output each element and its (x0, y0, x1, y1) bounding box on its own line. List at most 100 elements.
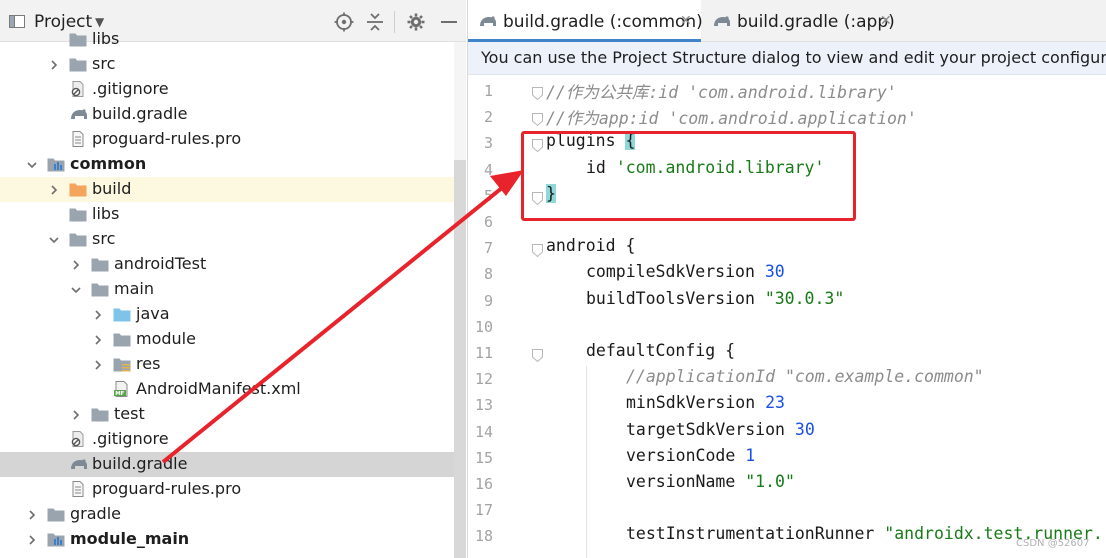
minimize-icon (441, 21, 457, 23)
tree-item[interactable]: build.gradle (0, 452, 454, 477)
tree-item-label: src (92, 229, 116, 248)
chevron-right-icon[interactable] (47, 57, 61, 71)
chevron-right-icon[interactable] (69, 407, 83, 421)
tree-item-label: src (92, 54, 116, 73)
tree-item-label: module (136, 329, 196, 348)
chevron-right-icon[interactable] (91, 332, 105, 346)
svg-text:MF: MF (115, 391, 124, 397)
line-number: 5 (483, 186, 493, 205)
tree-item-label: proguard-rules.pro (92, 129, 242, 148)
project-structure-banner[interactable]: You can use the Project Structure dialog… (468, 42, 1106, 75)
fold-marker-icon[interactable] (532, 347, 543, 363)
tree-item[interactable]: test (0, 402, 454, 427)
code-token: 23 (765, 393, 785, 413)
module-folder-icon (47, 531, 65, 547)
tree-item-label: .gitignore (92, 429, 169, 448)
code-token: 30 (794, 419, 815, 439)
code-line: //作为app:id 'com.android.application' (546, 105, 917, 129)
tree-item-label: proguard-rules.pro (92, 479, 242, 498)
tree-item-label: androidTest (114, 254, 207, 273)
code-token: compileSdkVersion (586, 262, 765, 282)
chevron-down-icon[interactable] (69, 282, 83, 296)
tree-item-label: module_main (70, 529, 190, 548)
code-token: "1.0" (745, 472, 795, 491)
tree-item-label: build (92, 179, 132, 198)
tree-item[interactable]: java (0, 302, 454, 327)
tree-item[interactable]: gradle (0, 502, 454, 527)
tree-item[interactable]: MF AndroidManifest.xml (0, 377, 454, 402)
annotation-highlight-box (521, 131, 856, 221)
editor-tab-bar: build.gradle (:common) ✕ build.gradle (:… (468, 0, 1106, 42)
code-token: //作为公共库:id 'com.android.library' (546, 83, 897, 102)
line-number: 17 (474, 501, 493, 520)
tree-item[interactable]: main (0, 277, 454, 302)
fold-marker-icon[interactable] (532, 85, 543, 101)
fold-marker-icon[interactable] (532, 111, 543, 127)
code-token: testInstrumentationRunner (626, 524, 885, 544)
tree-item[interactable]: src (0, 227, 454, 252)
gradle-file-icon (69, 456, 87, 472)
tree-item[interactable]: androidTest (0, 252, 454, 277)
code-line: versionCode 1 (626, 446, 755, 465)
tree-scrollbar-thumb[interactable] (454, 160, 466, 558)
tree-item[interactable]: res (0, 352, 454, 377)
line-number: 2 (483, 108, 493, 127)
gradle-file-icon (69, 106, 87, 122)
line-number: 10 (474, 317, 493, 336)
chevron-right-icon[interactable] (25, 507, 39, 521)
close-icon[interactable]: ✕ (880, 13, 892, 29)
line-number: 16 (474, 475, 493, 493)
fold-marker-icon[interactable] (532, 242, 543, 258)
close-icon[interactable]: ✕ (680, 13, 692, 29)
tree-item-label: libs (92, 29, 120, 48)
tree-item[interactable]: module (0, 327, 454, 352)
tree-item[interactable]: .gitignore (0, 77, 454, 102)
tree-item[interactable]: build.gradle (0, 102, 454, 127)
code-token: minSdkVersion (626, 393, 766, 413)
chevron-right-icon[interactable] (25, 532, 39, 546)
indent-guide (586, 366, 587, 558)
tree-item-label: libs (92, 204, 120, 223)
line-number: 14 (474, 422, 493, 441)
tree-item[interactable]: src (0, 52, 454, 77)
code-token: 30 (764, 262, 785, 282)
tab-label: build.gradle (:app) (737, 12, 895, 32)
tree-item[interactable]: proguard-rules.pro (0, 127, 454, 152)
tree-scrollbar[interactable] (454, 42, 466, 558)
code-line: defaultConfig { (586, 341, 735, 360)
chevron-right-icon[interactable] (91, 357, 105, 371)
build-folder-icon (69, 181, 87, 197)
line-number: 6 (483, 213, 493, 231)
line-number: 12 (474, 370, 493, 389)
tree-item[interactable]: proguard-rules.pro (0, 477, 454, 502)
tree-item[interactable]: build (0, 177, 454, 202)
code-line: compileSdkVersion 30 (586, 262, 785, 281)
tab-build-gradle-common[interactable]: build.gradle (:common) ✕ (468, 0, 703, 42)
code-line: minSdkVersion 23 (626, 393, 785, 412)
code-token: 1 (745, 445, 756, 465)
tree-item[interactable]: libs (0, 27, 454, 52)
watermark: CSDN @52607 (1016, 538, 1090, 549)
tree-item-label: AndroidManifest.xml (136, 379, 301, 398)
tree-item[interactable]: .gitignore (0, 427, 454, 452)
chevron-right-icon[interactable] (91, 307, 105, 321)
chevron-down-icon[interactable] (25, 157, 39, 171)
line-number: 7 (483, 239, 493, 258)
code-token: "30.0.3" (764, 288, 845, 308)
chevron-down-icon[interactable] (47, 232, 61, 246)
tree-item[interactable]: common (0, 152, 454, 177)
line-number: 1 (483, 82, 493, 100)
project-tool-window: Project ▼ libs src .gitignore build.grad… (0, 0, 466, 558)
chevron-right-icon[interactable] (47, 182, 61, 196)
tree-item-label: main (114, 279, 154, 298)
chevron-right-icon[interactable] (69, 257, 83, 271)
text-file-icon (69, 131, 87, 147)
tree-item[interactable]: module_main (0, 527, 454, 552)
banner-text: You can use the Project Structure dialog… (481, 48, 1106, 67)
line-number: 11 (474, 344, 493, 362)
tab-build-gradle-app[interactable]: build.gradle (:app) ✕ (702, 0, 902, 42)
tree-item-label: gradle (70, 504, 121, 523)
editor-panel: build.gradle (:common) ✕ build.gradle (:… (467, 0, 1106, 558)
source-folder-icon (113, 306, 131, 322)
tree-item[interactable]: libs (0, 202, 454, 227)
